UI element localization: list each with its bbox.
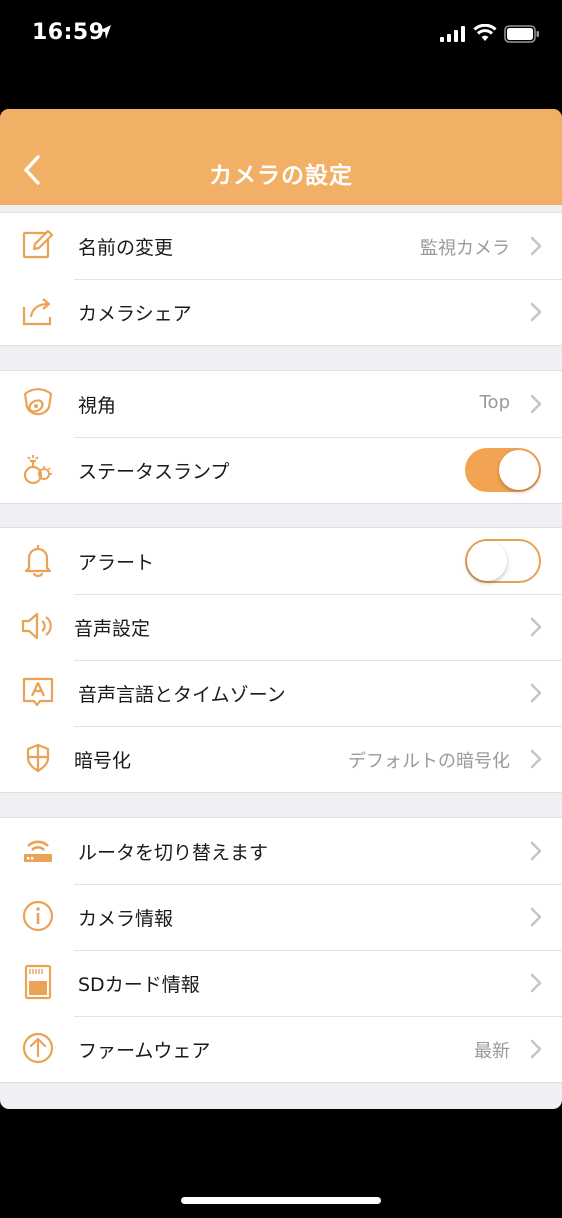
settings-row-sd-card-info[interactable]: SDカード情報: [0, 950, 562, 1016]
alert-toggle[interactable]: [465, 539, 541, 583]
info-icon: [22, 900, 54, 932]
chevron-right-icon: [530, 394, 542, 414]
section-device-info: ルータを切り替えます カメラ情報 SDカード情報 ファームウェア 最新: [0, 817, 562, 1083]
settings-row-audio-settings[interactable]: 音声設定: [0, 594, 562, 660]
chevron-right-icon: [530, 236, 542, 256]
section-camera-view: 視角 Top ステータスランプ: [0, 370, 562, 504]
chevron-right-icon: [530, 302, 542, 322]
chevron-right-icon: [530, 683, 542, 703]
settings-row-firmware[interactable]: ファームウェア 最新: [0, 1016, 562, 1082]
row-label: 名前の変更: [78, 237, 174, 259]
language-icon: [22, 677, 54, 707]
row-label: 暗号化: [74, 750, 132, 772]
chevron-right-icon: [530, 749, 542, 769]
location-arrow-icon: [99, 25, 111, 39]
camera-settings-sheet: カメラの設定 名前の変更 監視カメラ カメラシェア 視角 Top ステータスラン…: [0, 109, 562, 1109]
settings-row-language-timezone[interactable]: 音声言語とタイムゾーン: [0, 660, 562, 726]
row-label: アラート: [78, 552, 155, 574]
shield-icon: [26, 743, 50, 773]
row-label: 音声設定: [74, 618, 151, 640]
share-icon: [22, 298, 52, 326]
row-label: ステータスランプ: [78, 461, 230, 483]
chevron-right-icon: [530, 617, 542, 637]
row-label: SDカード情報: [78, 974, 200, 996]
chevron-right-icon: [530, 973, 542, 993]
row-label: ルータを切り替えます: [78, 842, 269, 864]
navigation-bar: カメラの設定: [0, 109, 562, 205]
status-bar: 16:59: [0, 0, 562, 70]
home-indicator[interactable]: [181, 1197, 381, 1204]
toggle-knob: [499, 450, 539, 490]
battery-icon: [504, 25, 539, 43]
sd-card-icon: [24, 964, 52, 1000]
row-label: 視角: [78, 395, 117, 417]
status-lamp-toggle[interactable]: [465, 448, 541, 492]
settings-row-status-lamp: ステータスランプ: [0, 437, 562, 503]
settings-row-camera-info[interactable]: カメラ情報: [0, 884, 562, 950]
settings-row-encryption[interactable]: 暗号化 デフォルトの暗号化: [0, 726, 562, 792]
row-value: Top: [479, 392, 510, 413]
settings-row-view-angle[interactable]: 視角 Top: [0, 371, 562, 437]
section-alerts-audio: アラート 音声設定 音声言語とタイムゾーン 暗号化 デフォルトの暗号化: [0, 527, 562, 793]
row-value: 最新: [474, 1041, 510, 1062]
row-label: 音声言語とタイムゾーン: [78, 684, 286, 706]
edit-icon: [22, 229, 54, 259]
cellular-signal-icon: [440, 26, 465, 42]
section-camera-basic: 名前の変更 監視カメラ カメラシェア: [0, 212, 562, 346]
toggle-knob: [467, 541, 507, 581]
row-label: ファームウェア: [78, 1040, 211, 1062]
status-lamp-icon: [23, 455, 52, 485]
speaker-icon: [21, 612, 52, 640]
wifi-icon: [473, 24, 497, 41]
chevron-right-icon: [530, 841, 542, 861]
status-time: 16:59: [32, 20, 105, 45]
settings-row-camera-share[interactable]: カメラシェア: [0, 279, 562, 345]
settings-row-rename[interactable]: 名前の変更 監視カメラ: [0, 213, 562, 279]
firmware-upgrade-icon: [22, 1032, 54, 1064]
router-icon: [24, 840, 52, 862]
row-value: デフォルトの暗号化: [348, 751, 510, 772]
row-value: 監視カメラ: [420, 238, 510, 259]
chevron-right-icon: [530, 1039, 542, 1059]
settings-row-alert: アラート: [0, 528, 562, 594]
camera-view-icon: [23, 388, 53, 416]
settings-row-switch-router[interactable]: ルータを切り替えます: [0, 818, 562, 884]
chevron-right-icon: [530, 907, 542, 927]
bell-icon: [24, 545, 52, 578]
row-label: カメラシェア: [78, 303, 192, 325]
row-label: カメラ情報: [78, 908, 174, 930]
page-title: カメラの設定: [209, 163, 353, 189]
